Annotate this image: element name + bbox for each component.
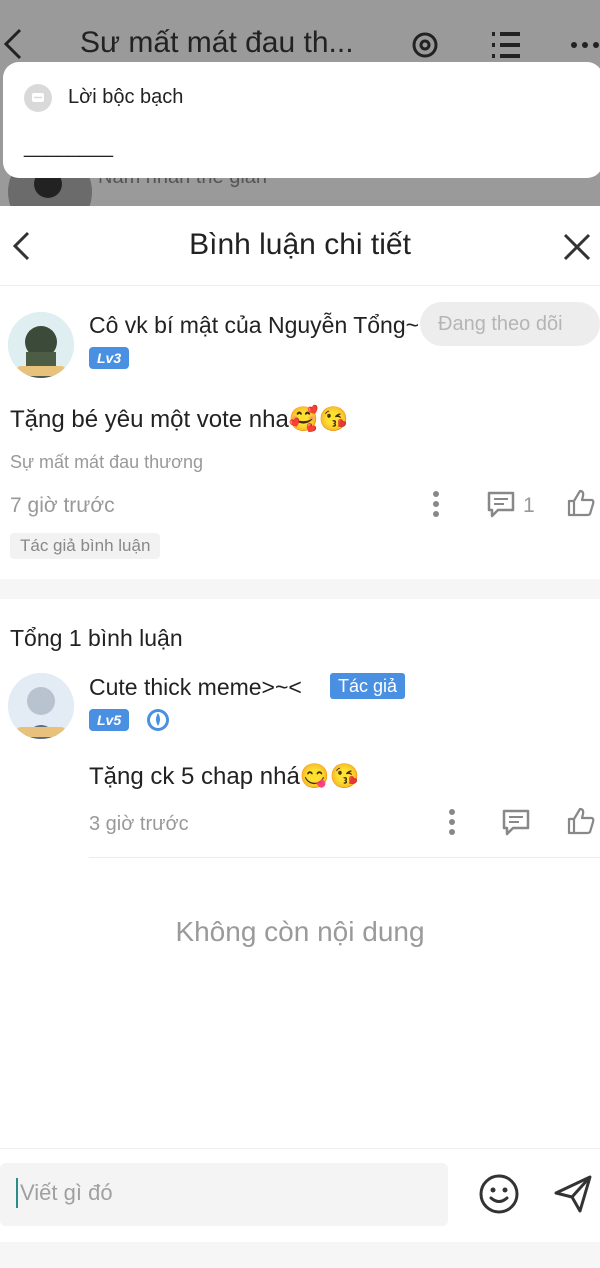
comment-time: 7 giờ trước (10, 494, 115, 517)
popup-text: ________ (24, 136, 113, 158)
reply-time: 3 giờ trước (89, 813, 189, 835)
back-arrow-icon[interactable] (2, 26, 24, 62)
close-icon[interactable] (562, 232, 592, 262)
comment-text: Tặng bé yêu một vote nha🥰😘 (10, 406, 349, 433)
section-gap (0, 579, 600, 599)
verified-drop-icon (146, 708, 170, 732)
reply-comment-icon-2[interactable] (501, 808, 531, 836)
header-divider (0, 285, 600, 286)
following-button[interactable]: Đang theo dõi (420, 302, 600, 346)
comment-more-icon[interactable] (432, 490, 440, 518)
composer-divider (0, 1148, 600, 1149)
commenter-name[interactable]: Cô vk bí mật của Nguyễn Tổng~ (89, 312, 419, 339)
note-popup (3, 62, 600, 178)
list-menu-icon[interactable] (490, 30, 522, 60)
text-caret (16, 1178, 18, 1208)
reply-divider (89, 857, 600, 858)
bottom-strip (0, 1242, 600, 1268)
commenter-avatar[interactable] (8, 312, 74, 378)
send-icon[interactable] (552, 1173, 594, 1215)
background-title: Sư mất mát đau th... (80, 26, 354, 59)
reply-like-icon[interactable] (566, 806, 596, 836)
message-bubble-icon (24, 84, 52, 112)
author-comment-tag: Tác giả bình luận (10, 533, 161, 559)
level-badge: Lv3 (89, 347, 130, 369)
reply-level-badge: Lv5 (89, 709, 130, 731)
reply-avatar[interactable] (8, 673, 74, 739)
reply-more-icon[interactable] (448, 808, 456, 836)
reply-total: Tổng 1 bình luận (10, 625, 183, 651)
reply-count: 1 (523, 494, 535, 517)
popup-title: Lời bộc bạch (68, 86, 184, 108)
no-more-content: Không còn nội dung (175, 916, 425, 947)
emoji-icon[interactable] (478, 1173, 520, 1215)
author-badge: Tác giả (330, 673, 406, 699)
sheet-title: Bình luận chi tiết (189, 228, 411, 261)
book-title-link[interactable]: Sự mất mát đau thương (10, 452, 203, 473)
reply-text: Tặng ck 5 chap nhá😋😘 (89, 763, 360, 790)
more-dots-icon[interactable] (570, 40, 600, 50)
like-thumb-icon[interactable] (566, 488, 596, 518)
settings-gear-icon[interactable] (408, 28, 442, 62)
comment-input-placeholder[interactable]: Viết gì đó (20, 1180, 113, 1206)
reply-comment-icon[interactable] (486, 490, 516, 518)
reply-user-name[interactable]: Cute thick meme>~< (89, 674, 302, 701)
